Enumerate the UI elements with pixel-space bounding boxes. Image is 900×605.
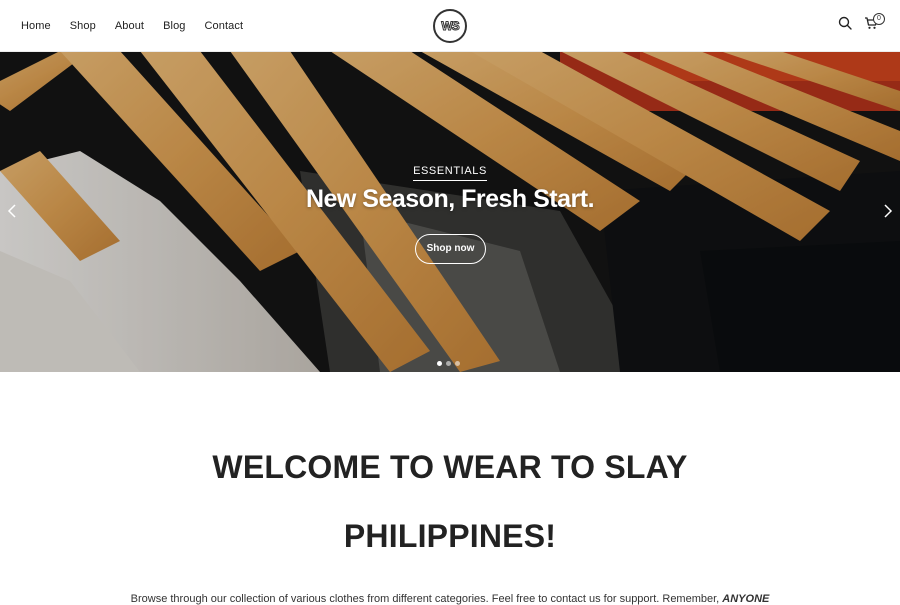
slider-dot-2[interactable] [446, 361, 451, 366]
chevron-right-icon[interactable] [882, 203, 894, 219]
search-icon[interactable] [838, 16, 856, 34]
nav-home[interactable]: Home [21, 20, 51, 32]
welcome-heading-line-2: PHILIPPINES! [343, 518, 557, 554]
welcome-heading-line-1: WELCOME TO WEAR TO SLAY [212, 449, 688, 485]
cart-count-badge: 0 [873, 13, 885, 25]
intro-emphasis: ANYONE [722, 593, 770, 605]
shop-now-button[interactable]: Shop now [415, 234, 486, 264]
hero-tag-label: ESSENTIALS [413, 165, 487, 181]
nav-blog[interactable]: Blog [163, 20, 185, 32]
logo-text: WS [441, 19, 460, 34]
main-nav: Home Shop About Blog Contact [21, 0, 262, 51]
slider-dot-3[interactable] [455, 361, 460, 366]
chevron-left-icon[interactable] [6, 203, 18, 219]
hero-slider: ESSENTIALS New Season, Fresh Start. Shop… [0, 51, 900, 372]
slider-dots [437, 361, 460, 366]
nav-about[interactable]: About [115, 20, 144, 32]
slider-dot-1[interactable] [437, 361, 442, 366]
intro-text: Browse through our collection of various… [0, 593, 900, 605]
site-logo[interactable]: WS [433, 9, 467, 43]
nav-shop[interactable]: Shop [70, 20, 96, 32]
site-header: Home Shop About Blog Contact WS 0 [0, 0, 900, 52]
hero-title: New Season, Fresh Start. [305, 185, 595, 213]
intro-body: Browse through our collection of various… [130, 593, 720, 605]
nav-contact[interactable]: Contact [205, 20, 244, 32]
hero-tag: ESSENTIALS [0, 161, 900, 181]
